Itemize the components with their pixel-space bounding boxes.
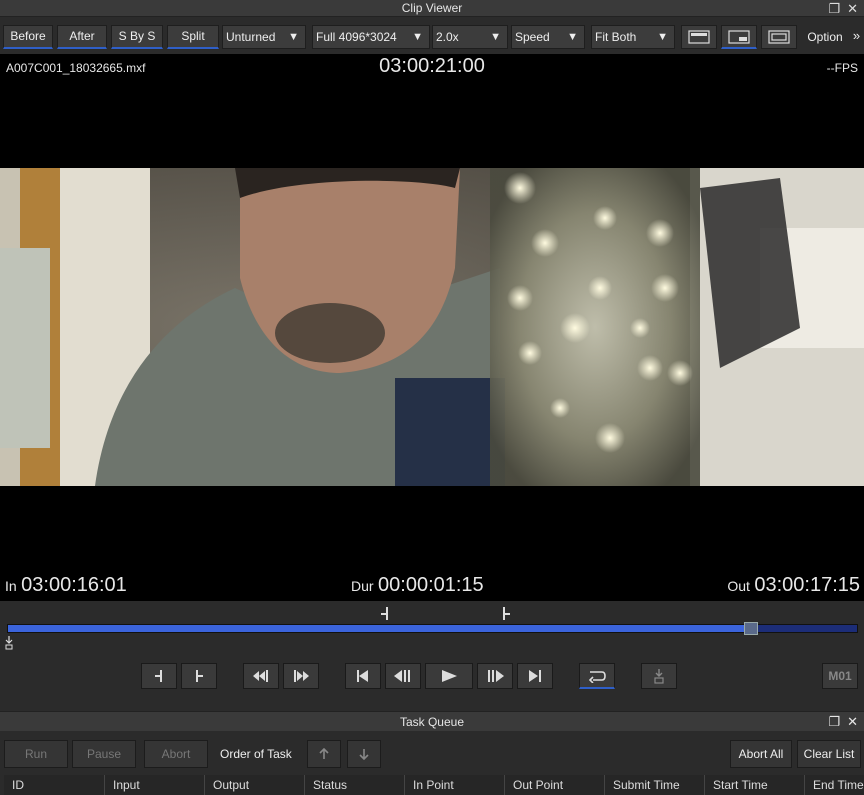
display-mode-2-button[interactable] xyxy=(721,25,757,49)
orientation-dropdown[interactable]: Unturned ▼ xyxy=(222,25,306,49)
task-table-header: ID Input Output Status In Point Out Poin… xyxy=(4,775,864,795)
go-to-out-button[interactable] xyxy=(283,663,319,689)
run-button[interactable]: Run xyxy=(4,740,68,768)
restore-icon[interactable]: ❐ xyxy=(828,712,840,732)
chevron-down-icon: ▼ xyxy=(657,31,668,43)
skip-end-icon xyxy=(529,670,541,682)
before-button[interactable]: Before xyxy=(3,25,53,49)
window-title: Clip Viewer xyxy=(401,1,463,15)
out-timecode: 03:00:17:15 xyxy=(754,574,860,596)
column-header-output[interactable]: Output xyxy=(204,775,304,795)
mark-out-icon xyxy=(196,670,203,682)
column-header-id[interactable]: ID xyxy=(4,775,104,795)
current-timecode: 03:00:21:00 xyxy=(379,55,485,77)
chevron-down-icon: ▼ xyxy=(567,31,578,43)
move-down-button[interactable] xyxy=(347,740,381,768)
step-back-button[interactable] xyxy=(385,663,421,689)
dur-label: Dur xyxy=(351,578,374,594)
column-header-status[interactable]: Status xyxy=(304,775,404,795)
step-forward-button[interactable] xyxy=(477,663,513,689)
out-point-readout: Out 03:00:17:15 xyxy=(727,574,860,597)
playhead-marker-icon xyxy=(5,636,13,650)
resolution-value: Full 4096*3024 xyxy=(316,30,397,44)
m01-button[interactable]: M01 xyxy=(822,663,858,689)
go-to-in-icon xyxy=(253,670,268,682)
close-icon[interactable]: ✕ xyxy=(847,712,858,732)
split-button[interactable]: Split xyxy=(167,25,219,49)
mark-in-button[interactable] xyxy=(141,663,177,689)
column-header-start-time[interactable]: Start Time xyxy=(704,775,804,795)
column-header-in-point[interactable]: In Point xyxy=(404,775,504,795)
viewer-toolbar: Before After S By S Split Unturned ▼ Full… xyxy=(0,23,864,51)
fit-dropdown[interactable]: Fit Both ▼ xyxy=(591,25,675,49)
go-to-in-button[interactable] xyxy=(243,663,279,689)
mark-in-icon xyxy=(155,670,162,682)
arrow-up-icon xyxy=(319,747,329,759)
window-titlebar: Clip Viewer ❐ ✕ xyxy=(0,0,864,17)
resolution-dropdown[interactable]: Full 4096*3024 ▼ xyxy=(312,25,430,49)
side-by-side-button[interactable]: S By S xyxy=(111,25,163,49)
mark-out-button[interactable] xyxy=(181,663,217,689)
orientation-value: Unturned xyxy=(226,30,276,44)
go-to-start-button[interactable] xyxy=(345,663,381,689)
in-timecode: 03:00:16:01 xyxy=(21,574,127,596)
loop-button[interactable] xyxy=(579,663,615,689)
out-label: Out xyxy=(727,578,750,594)
timeline-progress xyxy=(8,625,751,632)
column-header-out-point[interactable]: Out Point xyxy=(504,775,604,795)
in-label: In xyxy=(5,578,17,594)
video-frame xyxy=(0,168,864,486)
export-frame-button[interactable] xyxy=(641,663,677,689)
chevron-down-icon: ▼ xyxy=(412,31,423,43)
abort-all-button[interactable]: Abort All xyxy=(730,740,792,768)
playhead-handle[interactable] xyxy=(743,622,758,635)
in-point-readout: In 03:00:16:01 xyxy=(5,574,127,597)
skip-start-icon xyxy=(357,670,368,682)
filmstrip-icon xyxy=(688,30,710,44)
zoom-value: 2.0x xyxy=(436,30,459,44)
play-icon xyxy=(442,670,457,682)
video-frame-image xyxy=(0,168,864,486)
chevron-down-icon: ▼ xyxy=(490,31,501,43)
restore-icon[interactable]: ❐ xyxy=(828,0,840,17)
loop-icon xyxy=(588,671,606,684)
step-back-icon xyxy=(394,670,410,682)
step-forward-icon xyxy=(488,670,504,682)
column-header-input[interactable]: Input xyxy=(104,775,204,795)
play-button[interactable] xyxy=(425,663,473,689)
column-header-submit-time[interactable]: Submit Time xyxy=(604,775,704,795)
column-header-end-time[interactable]: End Time xyxy=(804,775,864,795)
display-mode-1-button[interactable] xyxy=(681,25,717,49)
clear-list-button[interactable]: Clear List xyxy=(797,740,861,768)
speed-dropdown[interactable]: Speed ▼ xyxy=(511,25,585,49)
close-icon[interactable]: ✕ xyxy=(847,0,858,17)
timeline-scrubber[interactable] xyxy=(7,622,858,635)
after-button[interactable]: After xyxy=(57,25,107,49)
go-to-end-button[interactable] xyxy=(517,663,553,689)
arrow-down-icon xyxy=(359,749,369,761)
out-marker-icon[interactable] xyxy=(502,607,512,621)
video-viewer[interactable]: A007C001_18032665.mxf 03:00:21:00 --FPS xyxy=(0,54,864,601)
task-queue-titlebar: Task Queue ❐ ✕ xyxy=(0,711,864,731)
go-to-out-icon xyxy=(294,670,309,682)
double-chevron-right-icon[interactable]: » xyxy=(849,25,864,49)
option-button[interactable]: Option xyxy=(801,25,849,49)
order-of-task-label: Order of Task xyxy=(220,747,292,761)
duration-readout: Dur 00:00:01:15 xyxy=(351,574,484,597)
speed-value: Speed xyxy=(515,30,550,44)
pause-button[interactable]: Pause xyxy=(72,740,136,768)
move-up-button[interactable] xyxy=(307,740,341,768)
abort-button[interactable]: Abort xyxy=(144,740,208,768)
chevron-down-icon: ▼ xyxy=(288,31,299,43)
fullframe-icon xyxy=(768,30,790,44)
download-icon xyxy=(654,669,664,684)
in-marker-icon[interactable] xyxy=(380,607,390,621)
dur-timecode: 00:00:01:15 xyxy=(378,574,484,596)
pip-icon xyxy=(728,30,750,44)
display-mode-3-button[interactable] xyxy=(761,25,797,49)
zoom-dropdown[interactable]: 2.0x ▼ xyxy=(432,25,508,49)
fps-readout: --FPS xyxy=(826,61,858,75)
fit-value: Fit Both xyxy=(595,30,637,44)
task-queue-title: Task Queue xyxy=(399,715,465,729)
